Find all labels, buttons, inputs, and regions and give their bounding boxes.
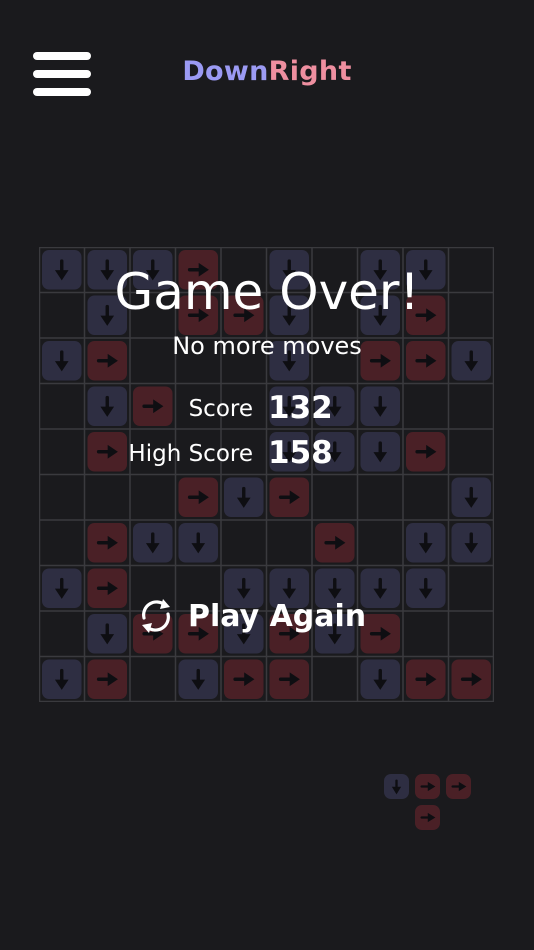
down-arrow-tile (406, 568, 446, 608)
down-arrow-tile (451, 477, 491, 517)
game-over-subtitle: No more moves (172, 332, 362, 360)
right-arrow-tile (415, 774, 440, 799)
menu-bar (33, 88, 91, 96)
down-arrow-tile (87, 614, 127, 654)
down-arrow-tile (451, 523, 491, 563)
right-arrow-tile (87, 523, 127, 563)
right-arrow-tile (269, 659, 309, 699)
down-arrow-tile (178, 659, 218, 699)
play-again-button[interactable]: Play Again (136, 594, 366, 638)
right-arrow-tile (406, 659, 446, 699)
next-piece-preview (382, 771, 474, 833)
right-arrow-tile (87, 659, 127, 699)
high-score-value: 158 (268, 435, 333, 471)
high-score-label: High Score (128, 441, 253, 467)
down-arrow-tile (133, 523, 173, 563)
right-arrow-tile (315, 523, 355, 563)
down-arrow-tile (360, 659, 400, 699)
app-title-right: Right (268, 56, 352, 87)
down-arrow-tile (384, 774, 409, 799)
next-piece-grid (384, 774, 471, 830)
app-title: DownRight (0, 56, 534, 87)
down-arrow-tile (42, 659, 82, 699)
right-arrow-tile (415, 805, 440, 830)
right-arrow-tile (87, 568, 127, 608)
refresh-icon (142, 599, 170, 633)
score-value: 132 (268, 390, 333, 426)
score-label: Score (188, 396, 253, 422)
right-arrow-tile (446, 774, 471, 799)
right-arrow-tile (224, 659, 264, 699)
high-score-row: High Score 158 (0, 435, 534, 475)
down-arrow-tile (42, 568, 82, 608)
right-arrow-tile (451, 659, 491, 699)
down-arrow-tile (406, 523, 446, 563)
score-row: Score 132 (0, 390, 534, 430)
down-arrow-tile (178, 523, 218, 563)
down-arrow-tile (360, 568, 400, 608)
down-arrow-tile (224, 477, 264, 517)
game-over-title: Game Over! (114, 263, 420, 321)
app-title-down: Down (182, 56, 269, 87)
right-arrow-tile (360, 614, 400, 654)
right-arrow-tile (178, 477, 218, 517)
play-again-label: Play Again (188, 598, 367, 634)
right-arrow-tile (269, 477, 309, 517)
